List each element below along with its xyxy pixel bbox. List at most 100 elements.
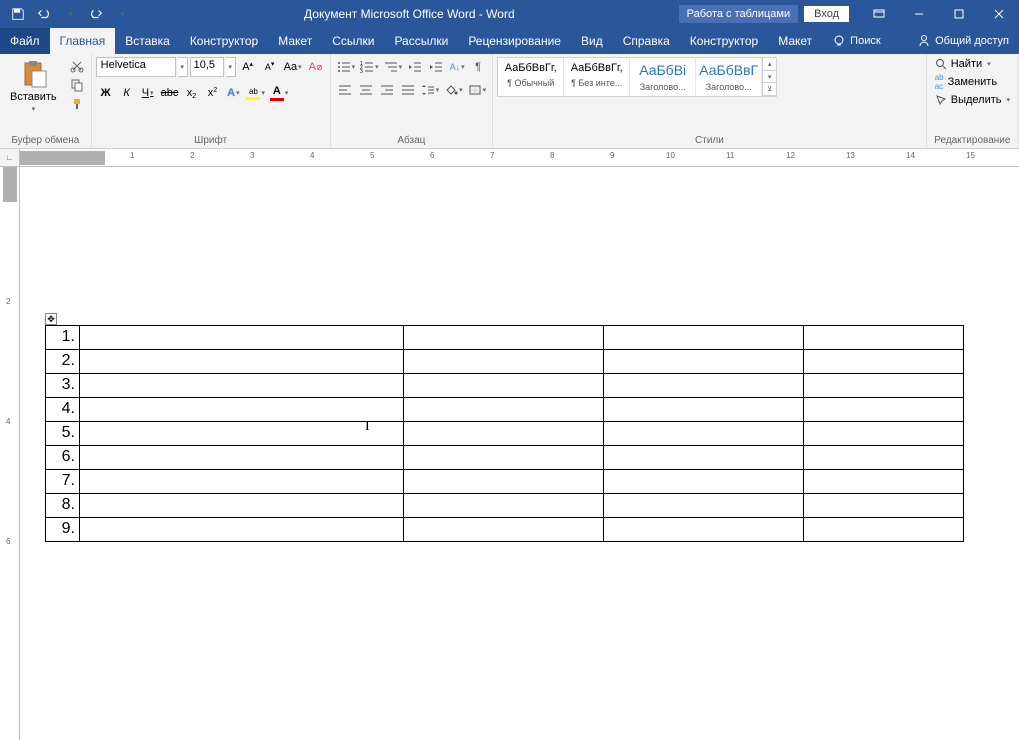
numbering-button[interactable]: 123 <box>358 57 381 77</box>
shrink-font-button[interactable]: A▾ <box>260 57 280 77</box>
table-row[interactable]: 1. <box>46 326 964 350</box>
cell[interactable]: 6. <box>46 446 80 470</box>
tell-me[interactable]: Поиск <box>822 28 890 54</box>
cell[interactable] <box>404 494 604 518</box>
style-normal[interactable]: АаБбВвГг,¶ Обычный <box>498 58 564 96</box>
table-move-handle[interactable]: ✥ <box>45 313 57 325</box>
styles-more[interactable]: ⊻ <box>763 83 776 96</box>
cell[interactable] <box>80 446 404 470</box>
bullets-button[interactable] <box>335 57 358 77</box>
italic-button[interactable]: К <box>117 83 137 103</box>
table-row[interactable]: 8. <box>46 494 964 518</box>
multilevel-button[interactable] <box>382 57 405 77</box>
clear-format-button[interactable]: A⊘ <box>306 57 326 77</box>
cell[interactable]: 1. <box>46 326 80 350</box>
shading-button[interactable] <box>442 80 465 100</box>
underline-button[interactable]: Ч <box>138 83 158 103</box>
tab-table-design[interactable]: Конструктор <box>680 28 768 54</box>
tab-references[interactable]: Ссылки <box>322 28 384 54</box>
cell[interactable] <box>604 398 804 422</box>
cell[interactable] <box>804 326 964 350</box>
cell[interactable] <box>804 494 964 518</box>
cell[interactable] <box>804 518 964 542</box>
cell[interactable] <box>80 470 404 494</box>
copy-button[interactable] <box>67 76 87 94</box>
cell[interactable] <box>804 398 964 422</box>
tab-file[interactable]: Файл <box>0 28 50 54</box>
tab-view[interactable]: Вид <box>571 28 613 54</box>
share-button[interactable]: Общий доступ <box>907 28 1019 54</box>
table-row[interactable]: 6. <box>46 446 964 470</box>
replace-button[interactable]: abacЗаменить <box>931 72 1001 92</box>
cell[interactable]: 8. <box>46 494 80 518</box>
cell[interactable] <box>604 494 804 518</box>
sort-button[interactable]: A↓ <box>447 57 467 77</box>
cell[interactable]: 7. <box>46 470 80 494</box>
font-name-dropdown[interactable]: ▾ <box>178 57 188 77</box>
text-effects-button[interactable]: A <box>223 83 243 103</box>
cell[interactable] <box>804 350 964 374</box>
cell[interactable]: 3. <box>46 374 80 398</box>
table-row[interactable]: 4. <box>46 398 964 422</box>
horizontal-ruler[interactable]: ∟ 123 456 789 101112 131415 <box>0 149 1019 167</box>
tab-table-layout[interactable]: Макет <box>768 28 822 54</box>
strike-button[interactable]: abc <box>159 83 181 103</box>
cell[interactable]: 2. <box>46 350 80 374</box>
maximize-button[interactable] <box>939 0 979 28</box>
styles-down[interactable]: ▾ <box>763 71 776 84</box>
minimize-button[interactable] <box>899 0 939 28</box>
document-table[interactable]: 1.2.3.4.5.6.7.8.9. <box>45 325 964 542</box>
undo-icon[interactable] <box>32 2 56 26</box>
cell[interactable] <box>804 374 964 398</box>
cell[interactable] <box>80 398 404 422</box>
font-size-dropdown[interactable]: ▾ <box>226 57 236 77</box>
cell[interactable] <box>80 326 404 350</box>
cell[interactable] <box>80 350 404 374</box>
bold-button[interactable]: Ж <box>96 83 116 103</box>
document-area[interactable]: ✥ 1.2.3.4.5.6.7.8.9. I <box>20 167 1019 740</box>
cell[interactable] <box>604 446 804 470</box>
cell[interactable] <box>80 374 404 398</box>
cell[interactable] <box>804 422 964 446</box>
show-marks-button[interactable]: ¶ <box>468 57 488 77</box>
cell[interactable] <box>604 350 804 374</box>
style-no-spacing[interactable]: АаБбВвГг,¶ Без инте... <box>564 58 630 96</box>
table-row[interactable]: 7. <box>46 470 964 494</box>
select-button[interactable]: Выделить <box>931 93 1014 107</box>
cell[interactable]: 9. <box>46 518 80 542</box>
font-color-button[interactable]: A <box>268 83 291 103</box>
paste-button[interactable]: Вставить ▾ <box>4 57 63 115</box>
outdent-button[interactable] <box>405 57 425 77</box>
save-icon[interactable] <box>6 2 30 26</box>
cell[interactable] <box>404 374 604 398</box>
borders-button[interactable] <box>466 80 489 100</box>
cell[interactable] <box>404 326 604 350</box>
styles-gallery[interactable]: АаБбВвГг,¶ Обычный АаБбВвГг,¶ Без инте..… <box>497 57 777 97</box>
cell[interactable] <box>80 422 404 446</box>
find-button[interactable]: Найти <box>931 57 995 71</box>
tab-help[interactable]: Справка <box>613 28 680 54</box>
line-spacing-button[interactable] <box>419 80 442 100</box>
cell[interactable] <box>80 494 404 518</box>
cell[interactable] <box>404 470 604 494</box>
cell[interactable] <box>404 398 604 422</box>
table-row[interactable]: 9. <box>46 518 964 542</box>
cell[interactable] <box>804 446 964 470</box>
cell[interactable] <box>80 518 404 542</box>
tab-selector[interactable]: ∟ <box>0 149 20 166</box>
cell[interactable] <box>804 470 964 494</box>
tab-layout[interactable]: Макет <box>268 28 322 54</box>
vertical-ruler[interactable]: 2 4 6 <box>0 167 20 740</box>
align-left-button[interactable] <box>335 80 355 100</box>
tab-mailings[interactable]: Рассылки <box>384 28 458 54</box>
tab-insert[interactable]: Вставка <box>115 28 180 54</box>
font-name-combo[interactable]: Helvetica <box>96 57 176 77</box>
ribbon-display-icon[interactable] <box>859 0 899 28</box>
style-heading1[interactable]: АаБбВіЗаголово... <box>630 58 696 96</box>
cell[interactable]: 4. <box>46 398 80 422</box>
cell[interactable] <box>604 470 804 494</box>
table-row[interactable]: 3. <box>46 374 964 398</box>
style-heading2[interactable]: АаБбВвГЗаголово... <box>696 58 762 96</box>
grow-font-button[interactable]: A▴ <box>238 57 258 77</box>
cell[interactable] <box>604 422 804 446</box>
